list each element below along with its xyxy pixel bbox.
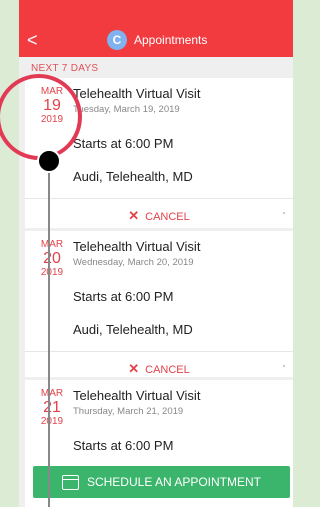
close-icon: ✕ [128,208,140,223]
date-year: 2019 [40,267,64,278]
appointment-provider: Audi, Telehealth, MD [73,169,193,184]
section-label: NEXT 7 DAYS [31,63,99,74]
cancel-label: CANCEL [145,364,190,376]
appointment-title: Telehealth Virtual Visit [73,86,201,101]
date-day: 20 [43,250,61,267]
app-screen: < C Appointments NEXT 7 DAYS MAR 19 2019… [19,0,293,507]
app-header: < C Appointments [19,24,293,57]
divider [25,351,293,352]
overflow-indicator [283,212,285,214]
appointment-title: Telehealth Virtual Visit [73,239,201,254]
appointment-date: Wednesday, March 20, 2019 [73,257,194,268]
app-logo-icon: C [107,30,127,50]
date-badge: MAR 20 2019 [35,239,69,278]
cancel-label: CANCEL [145,211,190,223]
appointment-start: Starts at 6:00 PM [73,289,174,304]
date-month: MAR [40,239,64,250]
bottom-actions [45,497,285,507]
appointment-start: Starts at 6:00 PM [73,136,174,151]
date-day: 21 [43,399,61,416]
overflow-indicator [283,365,285,367]
appointment-title: Telehealth Virtual Visit [73,388,201,403]
back-button[interactable]: < [27,30,38,50]
divider [25,198,293,199]
date-year: 2019 [40,416,64,427]
date-month: MAR [40,388,64,399]
calendar-icon [61,474,79,490]
schedule-appointment-button[interactable]: SCHEDULE AN APPOINTMENT [33,466,290,498]
close-icon: ✕ [128,361,140,376]
status-bar [19,0,293,24]
appointment-date: Tuesday, March 19, 2019 [73,104,180,115]
cancel-button[interactable]: ✕ CANCEL [25,208,293,224]
page-title: Appointments [134,33,208,47]
cancel-button[interactable]: ✕ CANCEL [25,361,293,377]
header-title-group: C Appointments [107,30,207,50]
pointer-line [48,163,50,507]
highlight-ring [0,74,82,160]
appointment-card[interactable]: MAR 20 2019 Telehealth Virtual Visit Wed… [25,231,293,377]
date-badge: MAR 21 2019 [35,388,69,427]
pointer-dot [37,149,61,173]
appointment-date: Thursday, March 21, 2019 [73,406,184,417]
appointment-start: Starts at 6:00 PM [73,438,174,453]
schedule-label: SCHEDULE AN APPOINTMENT [86,475,262,489]
appointment-provider: Audi, Telehealth, MD [73,322,193,337]
